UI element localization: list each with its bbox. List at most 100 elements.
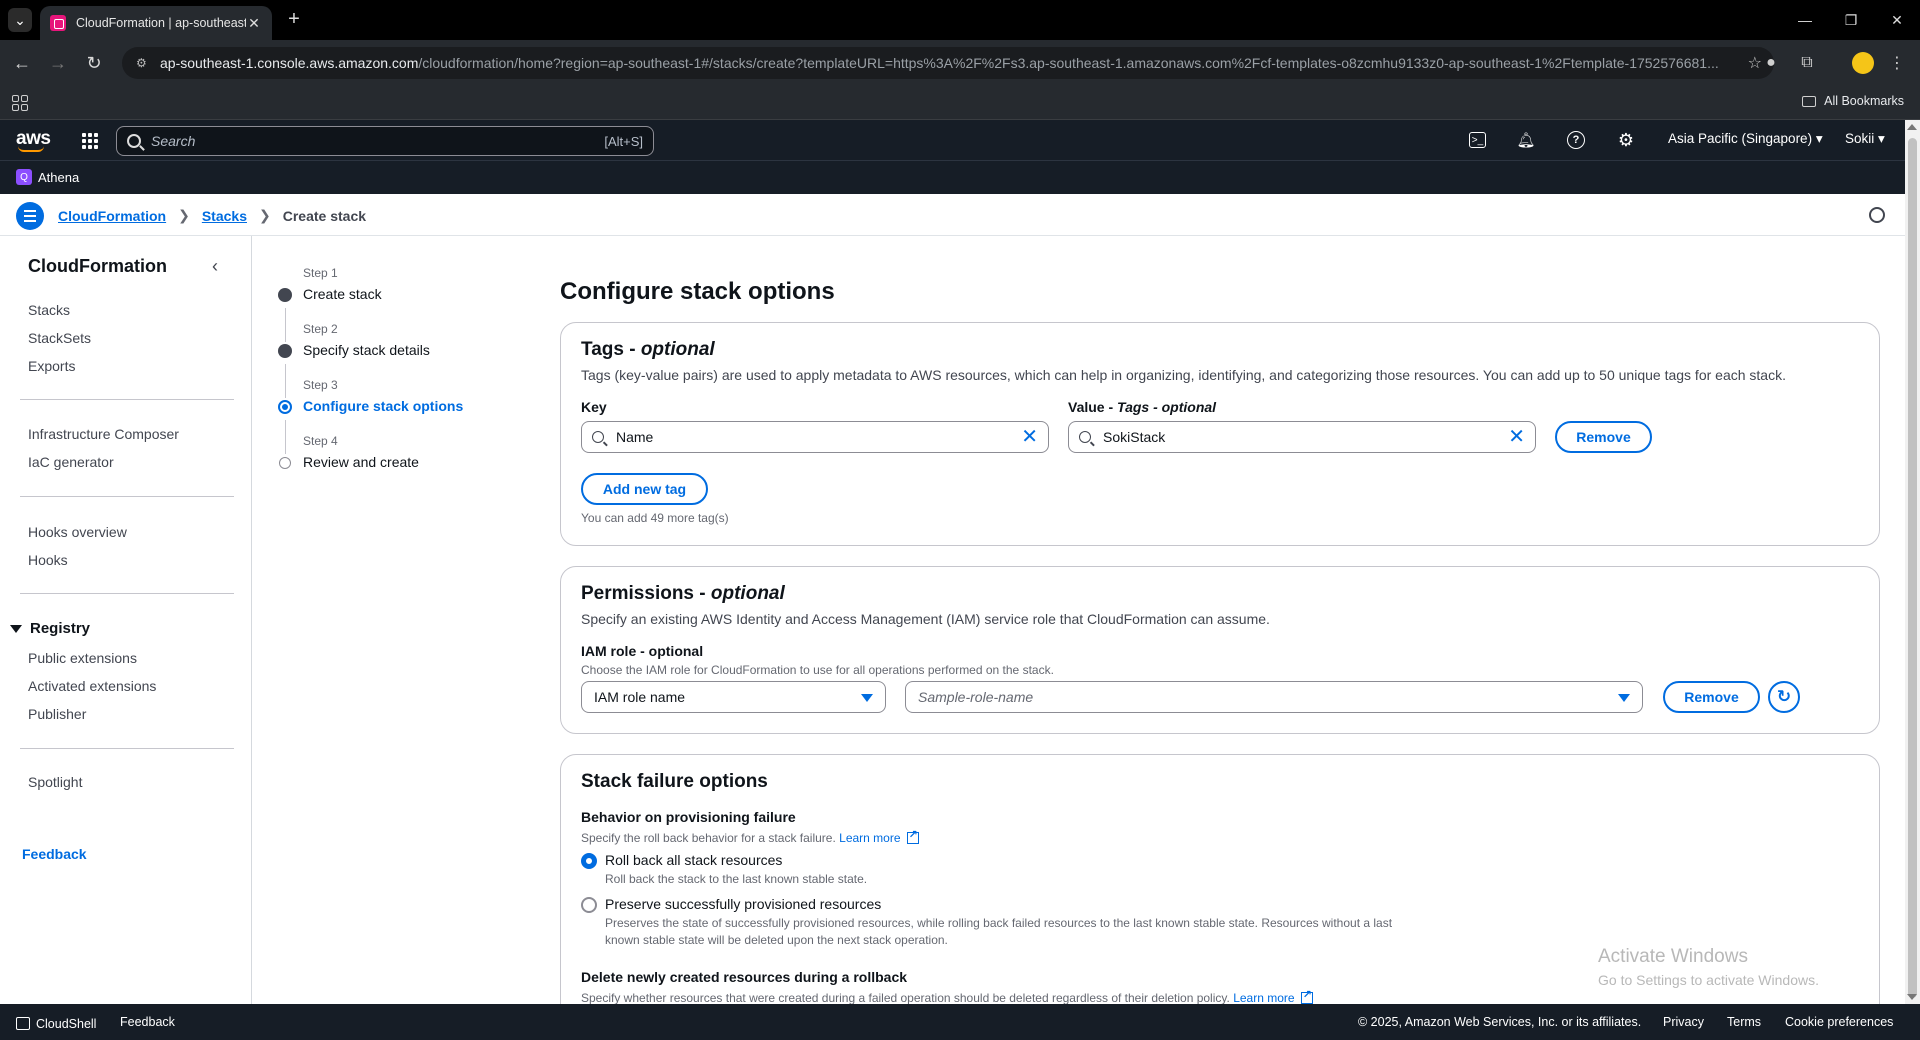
delete-new-resources-description: Specify whether resources that were crea… — [581, 988, 1313, 1005]
tag-value-field[interactable]: ✕ — [1068, 421, 1536, 453]
refresh-icon[interactable]: ↻ — [1768, 681, 1800, 713]
iam-role-type-select[interactable]: IAM role name — [581, 681, 886, 713]
sidebar-item-publisher[interactable]: Publisher — [28, 706, 86, 722]
collapse-sidebar-icon[interactable]: ‹ — [212, 256, 218, 277]
step-name: Specify stack details — [303, 342, 430, 358]
step-connector — [285, 420, 286, 454]
new-tab-button[interactable]: + — [282, 8, 306, 32]
preserve-resources-description: Preserves the state of successfully prov… — [605, 916, 1393, 947]
favorites-bar: Q Athena — [0, 160, 1920, 194]
services-menu-icon[interactable] — [82, 133, 98, 149]
footer-cloudshell[interactable]: CloudShell — [16, 1015, 96, 1031]
sidebar-divider — [20, 399, 234, 400]
browser-menu-icon[interactable]: ⋮ — [1886, 52, 1908, 74]
search-icon — [1079, 431, 1091, 443]
sidebar-item-iac-generator[interactable]: IaC generator — [28, 454, 114, 470]
url-path: /cloudformation/home?region=ap-southeast… — [418, 55, 1719, 71]
sidebar-item-infrastructure-composer[interactable]: Infrastructure Composer — [28, 426, 179, 442]
sidebar-item-public-extensions[interactable]: Public extensions — [28, 650, 137, 666]
tag-value-input[interactable] — [1103, 429, 1509, 445]
footer-privacy[interactable]: Privacy — [1663, 1015, 1704, 1029]
clear-icon[interactable]: ✕ — [1508, 427, 1525, 447]
aws-search-input[interactable] — [151, 133, 605, 149]
tag-value-label: Value - Tags - optional — [1068, 399, 1217, 415]
tag-key-field[interactable]: ✕ — [581, 421, 1049, 453]
apps-icon[interactable] — [12, 95, 28, 111]
region-selector[interactable]: Asia Pacific (Singapore) ▾ — [1668, 131, 1823, 147]
caret-down-icon — [10, 624, 22, 633]
footer-feedback[interactable]: Feedback — [120, 1015, 175, 1029]
scrollbar-thumb[interactable] — [1908, 138, 1917, 998]
tags-title: Tags - optional — [581, 339, 715, 360]
iam-role-type-value: IAM role name — [594, 689, 686, 705]
rollback-all-description: Roll back the stack to the last known st… — [605, 872, 868, 886]
preserve-resources-label[interactable]: Preserve successfully provisioned resour… — [605, 896, 881, 912]
notifications-bell-icon[interactable]: 🔔︎ — [1516, 130, 1536, 150]
iam-role-name-input[interactable] — [918, 689, 1630, 705]
breadcrumb-cloudformation[interactable]: CloudFormation — [58, 208, 166, 224]
sidebar-section-registry[interactable]: Registry — [10, 620, 90, 637]
iam-role-label: IAM role - optional — [581, 643, 704, 659]
extension-icon[interactable]: ● — [1760, 52, 1782, 74]
sidebar-item-stacksets[interactable]: StackSets — [28, 330, 91, 346]
folder-icon — [1802, 95, 1817, 107]
sidebar-item-stacks[interactable]: Stacks — [28, 302, 70, 318]
footer-terms[interactable]: Terms — [1727, 1015, 1761, 1029]
tools-panel-icon[interactable] — [1869, 207, 1885, 223]
sidebar-item-spotlight[interactable]: Spotlight — [28, 774, 82, 790]
settings-gear-icon[interactable]: ⚙ — [1616, 130, 1636, 150]
sidebar-item-activated-extensions[interactable]: Activated extensions — [28, 678, 156, 694]
sidebar-item-hooks-overview[interactable]: Hooks overview — [28, 524, 127, 540]
breadcrumb-current: Create stack — [282, 207, 367, 224]
sidebar-title[interactable]: CloudFormation — [28, 256, 167, 277]
sidebar-feedback-link[interactable]: Feedback — [22, 846, 87, 862]
breadcrumb-stacks[interactable]: Stacks — [202, 208, 247, 224]
footer-cookie-preferences[interactable]: Cookie preferences — [1785, 1015, 1893, 1029]
step-label: Step 4 — [303, 434, 338, 448]
scroll-down-arrow-icon[interactable] — [1907, 994, 1917, 1000]
learn-more-link[interactable]: Learn more — [1233, 991, 1294, 1005]
back-icon[interactable]: ← — [10, 51, 34, 75]
cloudshell-icon[interactable]: >_ — [1469, 132, 1486, 148]
aws-logo[interactable]: aws — [16, 128, 51, 152]
site-info-icon[interactable]: ⚙ — [136, 56, 150, 70]
remove-tag-button[interactable]: Remove — [1555, 421, 1652, 453]
rollback-all-label[interactable]: Roll back all stack resources — [605, 852, 782, 868]
stack-failure-panel: Stack failure options Behavior on provis… — [560, 754, 1880, 1034]
registry-label: Registry — [30, 620, 91, 637]
rollback-all-radio[interactable] — [581, 853, 597, 869]
close-tab-icon[interactable]: ✕ — [246, 15, 262, 32]
browser-tab-bar: ⌄ CloudFormation | ap-southeast ✕ + — ❐ … — [0, 0, 1920, 40]
sidebar-item-hooks[interactable]: Hooks — [28, 552, 68, 568]
close-window-icon[interactable]: ✕ — [1874, 0, 1920, 40]
favorite-athena[interactable]: Q Athena — [16, 169, 79, 185]
forward-icon[interactable]: → — [46, 51, 70, 75]
watermark-subtitle: Go to Settings to activate Windows. — [1598, 972, 1819, 988]
browser-tab[interactable]: CloudFormation | ap-southeast ✕ — [40, 6, 272, 40]
help-icon[interactable]: ? — [1567, 131, 1585, 149]
preserve-resources-radio[interactable] — [581, 897, 597, 913]
permissions-description: Specify an existing AWS Identity and Acc… — [581, 611, 1270, 627]
clear-icon[interactable]: ✕ — [1021, 427, 1038, 447]
remove-role-button[interactable]: Remove — [1663, 681, 1760, 713]
tab-search-button[interactable]: ⌄ — [8, 8, 32, 32]
restore-icon[interactable]: ❐ — [1828, 0, 1874, 40]
address-bar[interactable]: ⚙ ap-southeast-1.console.aws.amazon.com /… — [122, 47, 1774, 79]
all-bookmarks[interactable]: All Bookmarks — [1802, 94, 1904, 108]
aws-search[interactable]: [Alt+S] — [116, 126, 654, 156]
sidebar-item-exports[interactable]: Exports — [28, 358, 75, 374]
reload-icon[interactable]: ↻ — [82, 51, 106, 75]
side-nav-toggle[interactable] — [16, 202, 44, 230]
learn-more-link[interactable]: Learn more — [839, 831, 900, 845]
extensions-puzzle-icon[interactable]: ⧉ — [1796, 52, 1818, 74]
cloudformation-favicon-icon — [50, 15, 66, 31]
add-new-tag-button[interactable]: Add new tag — [581, 473, 708, 505]
scroll-up-arrow-icon[interactable] — [1907, 124, 1917, 130]
iam-role-name-select[interactable] — [905, 681, 1643, 713]
tag-key-input[interactable] — [616, 429, 1022, 445]
account-menu[interactable]: Sokii ▾ — [1845, 131, 1885, 147]
minimize-icon[interactable]: — — [1782, 0, 1828, 40]
aws-top-nav: aws [Alt+S] >_ 🔔︎ ? ⚙ Asia Pacific (Sing… — [0, 120, 1920, 160]
profile-avatar[interactable] — [1852, 52, 1874, 74]
step-label: Step 3 — [303, 378, 338, 392]
